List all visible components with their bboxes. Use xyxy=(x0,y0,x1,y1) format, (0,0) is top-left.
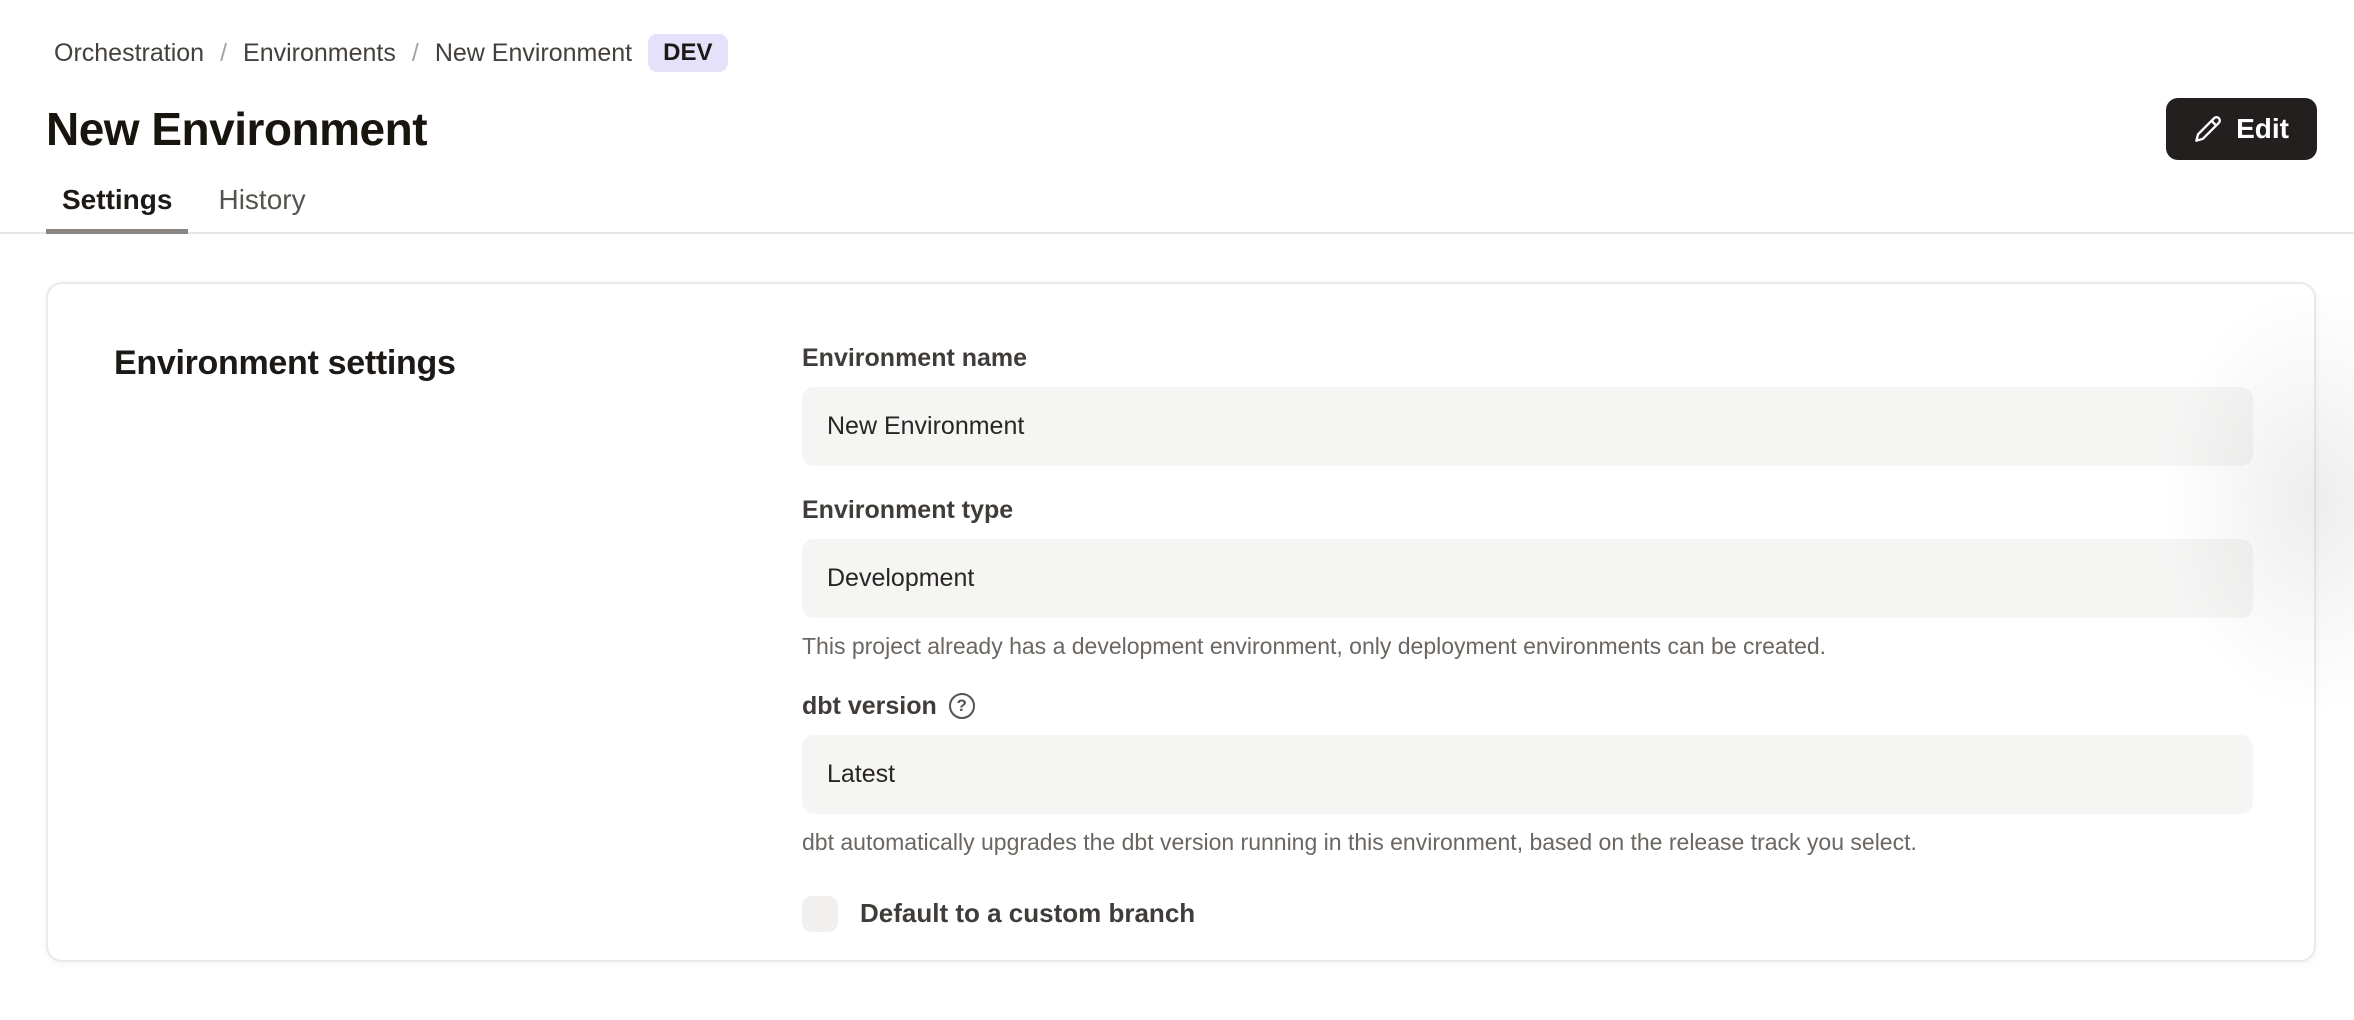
breadcrumb-separator: / xyxy=(220,39,227,68)
tab-settings[interactable]: Settings xyxy=(46,184,188,234)
edit-button-label: Edit xyxy=(2236,113,2289,145)
breadcrumb-separator: / xyxy=(412,39,419,68)
custom-branch-checkbox[interactable] xyxy=(802,896,838,932)
tab-bar: Settings History xyxy=(0,184,2354,234)
environment-type-field: Environment type This project already ha… xyxy=(802,496,2253,662)
environment-type-label: Environment type xyxy=(802,496,2253,525)
page-title: New Environment xyxy=(46,102,427,156)
edit-button[interactable]: Edit xyxy=(2166,98,2317,160)
environment-name-label: Environment name xyxy=(802,344,2253,373)
help-icon[interactable]: ? xyxy=(949,693,975,719)
dbt-version-label: dbt version xyxy=(802,692,937,721)
breadcrumb: Orchestration / Environments / New Envir… xyxy=(0,0,2354,72)
breadcrumb-item-new-environment[interactable]: New Environment xyxy=(435,39,632,68)
environment-type-helper-text: This project already has a development e… xyxy=(802,632,2253,662)
environment-settings-form: Environment name Environment type This p… xyxy=(802,344,2253,960)
pencil-icon xyxy=(2194,115,2222,143)
breadcrumb-item-environments[interactable]: Environments xyxy=(243,39,396,68)
dbt-version-field: dbt version ? dbt automatically upgrades… xyxy=(802,692,2253,858)
environment-name-field: Environment name xyxy=(802,344,2253,466)
dbt-version-input[interactable] xyxy=(802,735,2253,814)
card-heading: Environment settings xyxy=(114,344,802,383)
environment-name-input[interactable] xyxy=(802,387,2253,466)
dbt-version-helper-text: dbt automatically upgrades the dbt versi… xyxy=(802,828,2253,858)
custom-branch-label: Default to a custom branch xyxy=(860,898,1195,929)
page-header: New Environment Edit xyxy=(46,98,2317,160)
custom-branch-row: Default to a custom branch xyxy=(802,896,2253,932)
breadcrumb-item-orchestration[interactable]: Orchestration xyxy=(54,39,204,68)
environment-type-input[interactable] xyxy=(802,539,2253,618)
environment-settings-card: Environment settings Environment name En… xyxy=(46,282,2316,962)
dev-badge: DEV xyxy=(648,34,727,72)
tab-history[interactable]: History xyxy=(202,184,321,234)
